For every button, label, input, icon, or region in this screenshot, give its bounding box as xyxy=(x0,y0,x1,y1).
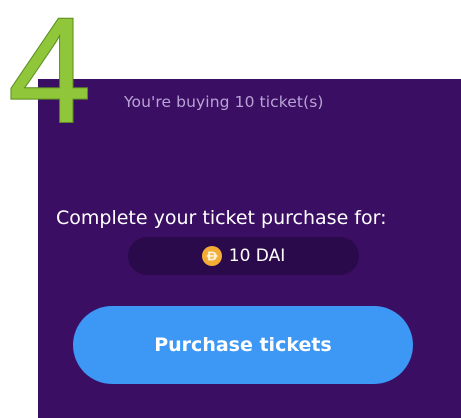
step-number-badge: 4 xyxy=(7,0,92,135)
purchase-tickets-button[interactable]: Purchase tickets xyxy=(73,306,413,384)
purchase-tickets-label: Purchase tickets xyxy=(154,334,332,356)
amount-pill: 10 DAI xyxy=(128,237,359,275)
dai-coin-icon xyxy=(201,246,222,266)
complete-purchase-label: Complete your ticket purchase for: xyxy=(56,207,387,229)
step-number: 4 xyxy=(8,0,91,135)
screenshot-stage: 4 You're buying 10 ticket(s) Complete yo… xyxy=(0,0,461,418)
tickets-count-subtitle: You're buying 10 ticket(s) xyxy=(124,93,324,111)
amount-value: 10 DAI xyxy=(228,246,286,266)
